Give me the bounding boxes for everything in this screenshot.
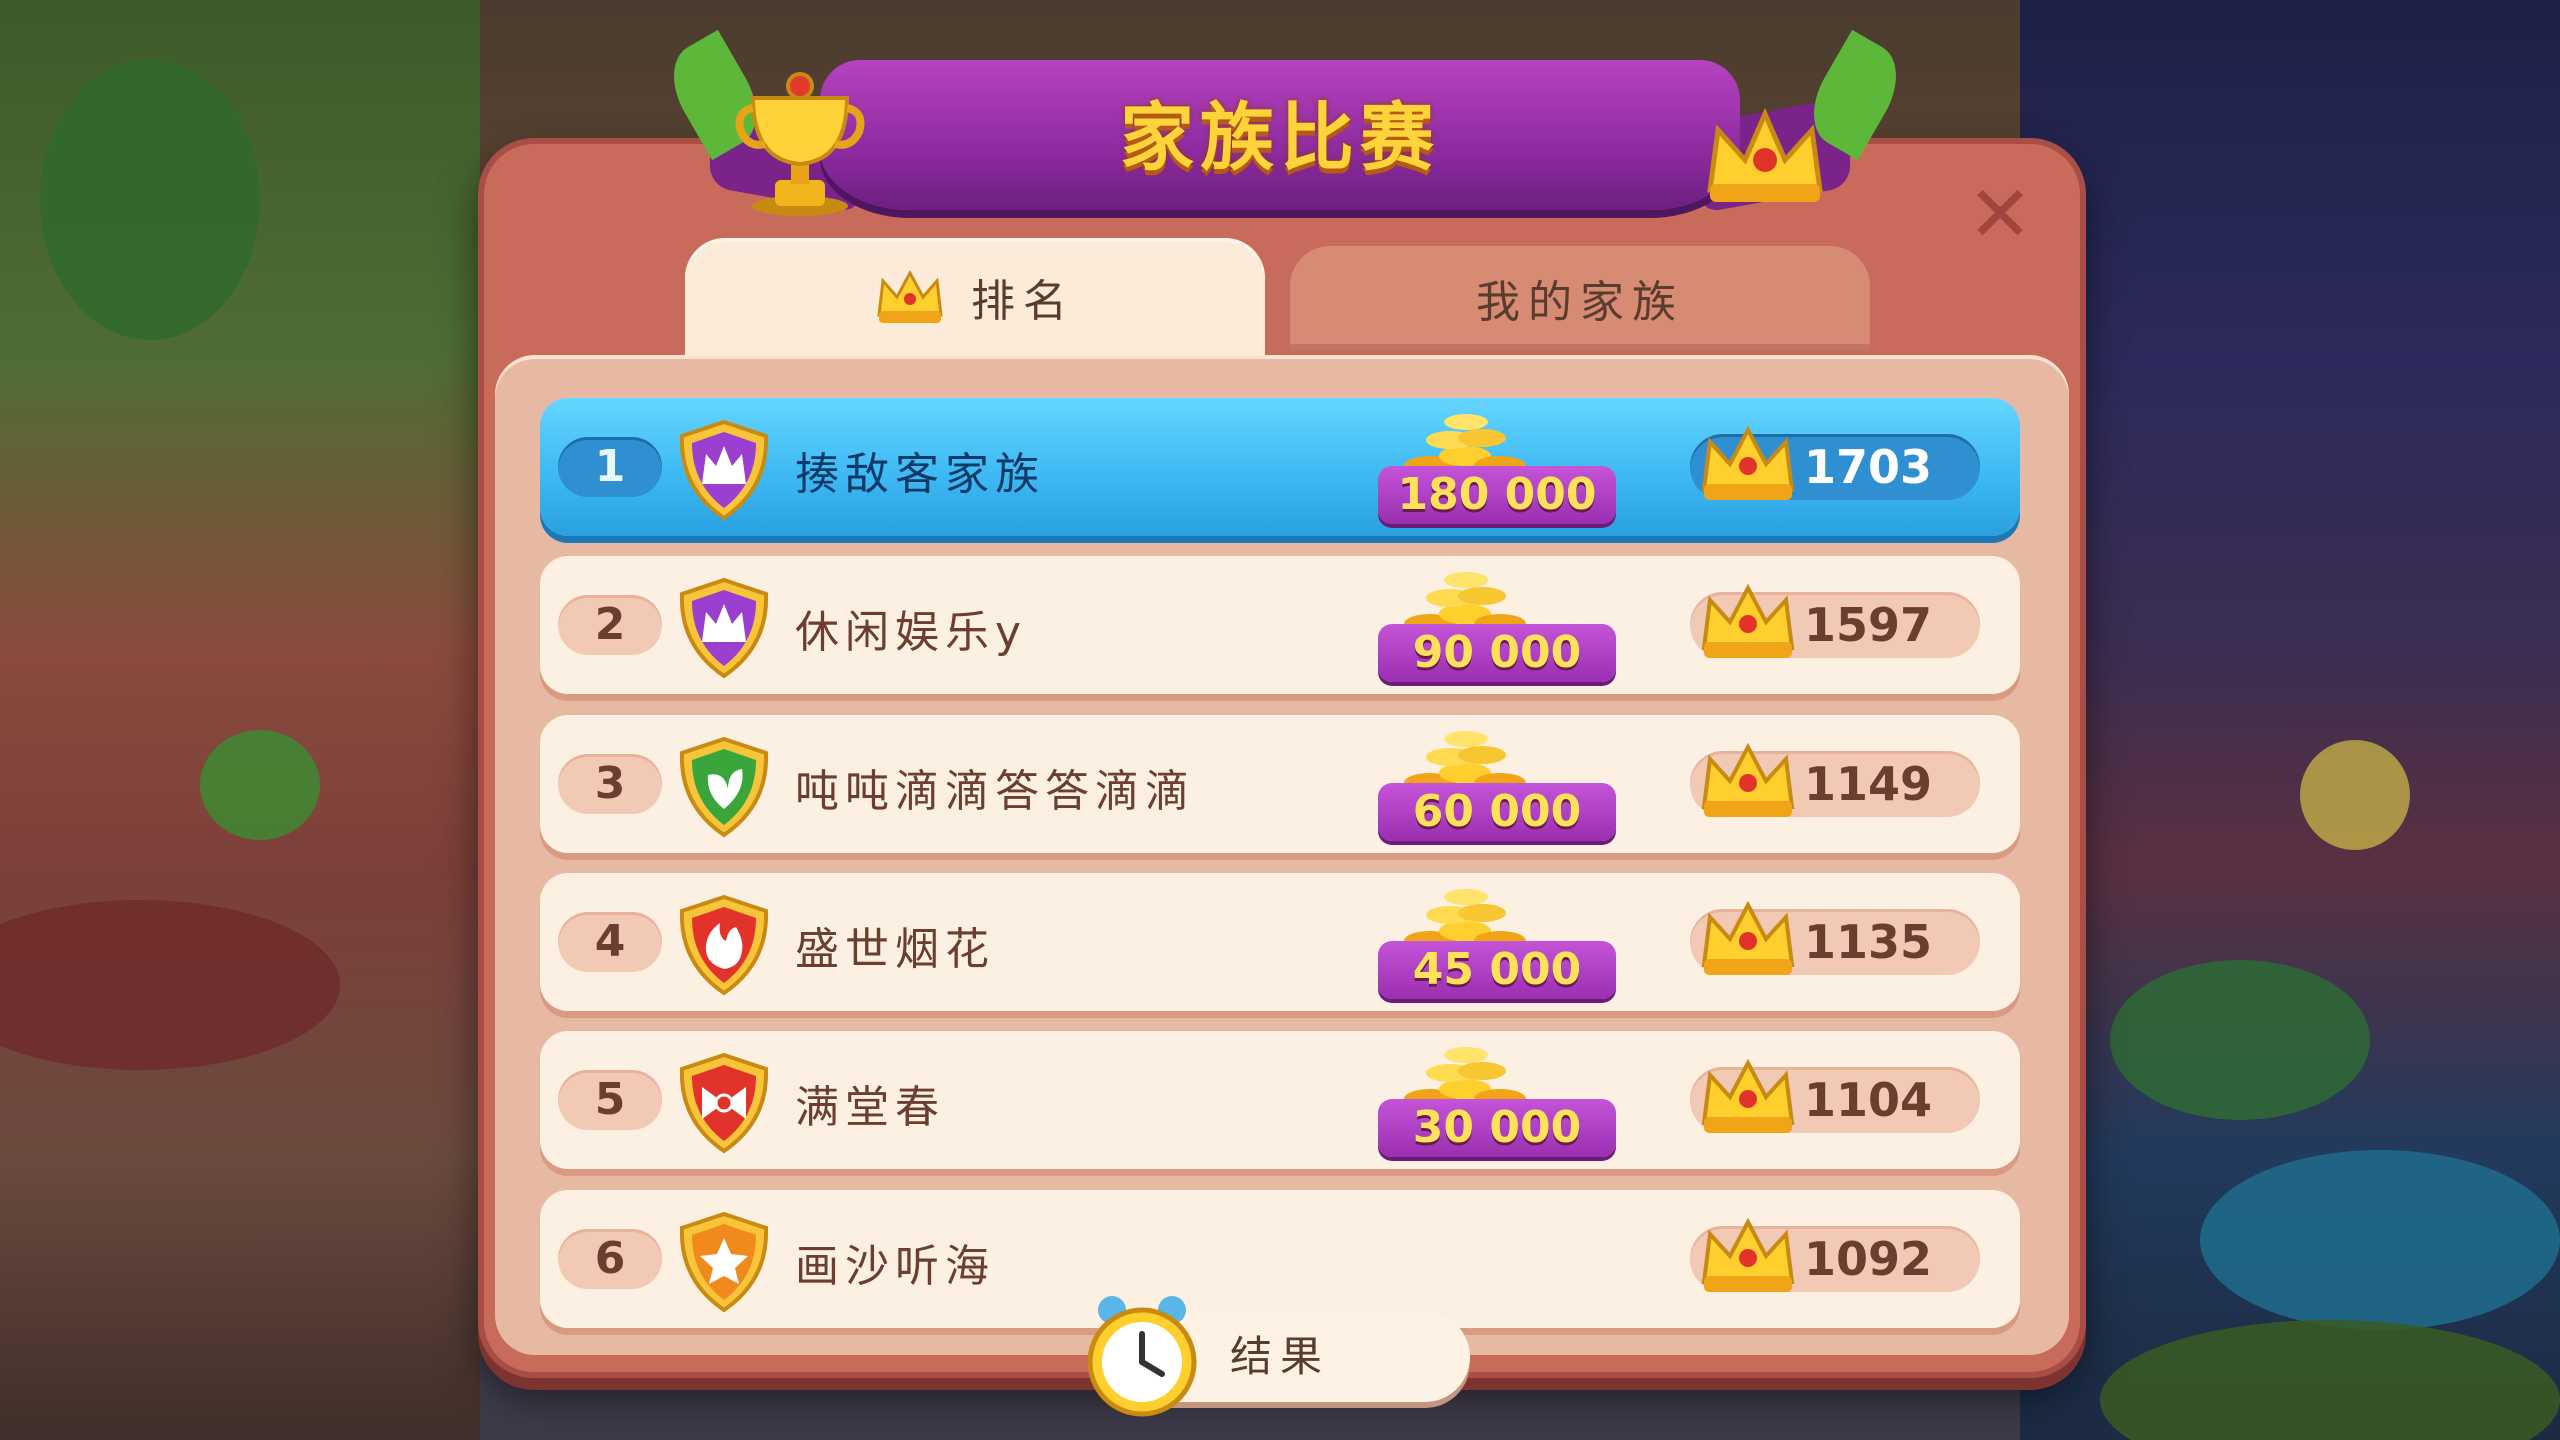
background-moon xyxy=(2300,740,2410,850)
ranking-row[interactable]: 5 满堂春 30 000 1104 xyxy=(540,1031,2020,1169)
rank-number: 1 xyxy=(558,437,662,497)
background-tree xyxy=(40,60,260,340)
crown-icon xyxy=(1701,742,1795,817)
rank-number: 3 xyxy=(558,754,662,814)
tab-ranking-label: 排名 xyxy=(971,276,1075,327)
ranking-row[interactable]: 1 揍敌客家族 180 000 1703 xyxy=(540,398,2020,536)
panel-title: 家族比赛 xyxy=(1120,95,1440,181)
crown-badge-icon xyxy=(679,577,769,679)
family-name: 满堂春 xyxy=(795,1082,945,1133)
crown-icon xyxy=(877,269,943,323)
close-button[interactable]: ✕ xyxy=(1965,176,2035,254)
rank-number: 2 xyxy=(558,595,662,655)
star-badge-icon xyxy=(679,1211,769,1313)
family-name: 盛世烟花 xyxy=(795,924,995,975)
background-bush xyxy=(200,730,320,840)
flame-badge-icon xyxy=(679,894,769,996)
ranking-row[interactable]: 3 吨吨滴滴答答滴滴 60 000 1149 xyxy=(540,715,2020,853)
tab-my-family[interactable]: 我的家族 xyxy=(1290,246,1870,350)
tab-ranking[interactable]: 排名 xyxy=(685,238,1265,356)
background-flower-bed xyxy=(2110,960,2370,1120)
result-button-label: 结果 xyxy=(1229,1332,1330,1381)
ranking-row[interactable]: 2 休闲娱乐y 90 000 1597 xyxy=(540,556,2020,694)
prize-amount: 60 000 xyxy=(1378,783,1616,841)
ranking-row[interactable]: 4 盛世烟花 45 000 1135 xyxy=(540,873,2020,1011)
bow-badge-icon xyxy=(679,1052,769,1154)
rank-number: 6 xyxy=(558,1229,662,1289)
crown-icon xyxy=(1701,1058,1795,1133)
background-pool xyxy=(2200,1150,2560,1330)
crown-badge-icon xyxy=(679,419,769,521)
rank-number: 4 xyxy=(558,912,662,972)
prize-amount: 30 000 xyxy=(1378,1099,1616,1157)
family-name: 休闲娱乐y xyxy=(795,607,1028,658)
tab-my-family-label: 我的家族 xyxy=(1476,277,1684,328)
crown-icon xyxy=(1701,425,1795,500)
family-name: 吨吨滴滴答答滴滴 xyxy=(795,766,1195,817)
family-name: 画沙听海 xyxy=(795,1241,995,1292)
prize-amount: 180 000 xyxy=(1378,466,1616,524)
crown-icon xyxy=(1701,900,1795,975)
rank-number: 5 xyxy=(558,1070,662,1130)
prize-amount: 45 000 xyxy=(1378,941,1616,999)
crown-icon xyxy=(1701,1217,1795,1292)
family-name: 揍敌客家族 xyxy=(795,449,1045,500)
crown-icon xyxy=(1701,583,1795,658)
leaf-badge-icon xyxy=(679,736,769,838)
prize-amount: 90 000 xyxy=(1378,624,1616,682)
close-icon: ✕ xyxy=(1967,170,2033,260)
ranking-row[interactable]: 6 画沙听海 1092 xyxy=(540,1190,2020,1328)
alarm-clock-icon xyxy=(1087,1296,1197,1417)
